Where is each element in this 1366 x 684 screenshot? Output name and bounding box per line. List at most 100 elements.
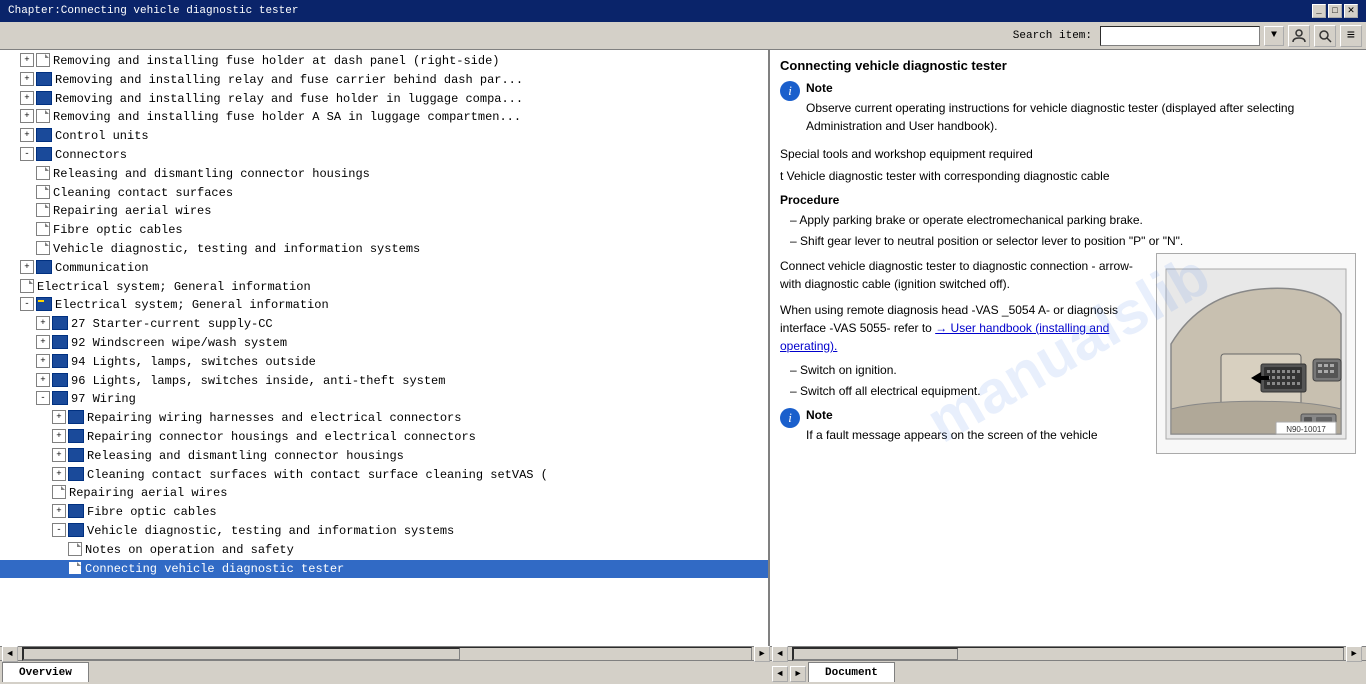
expand-icon[interactable]: + bbox=[52, 429, 66, 443]
expand-icon[interactable]: + bbox=[20, 53, 34, 67]
handbook-link[interactable]: → User handbook (installing and operatin… bbox=[780, 321, 1109, 353]
list-item[interactable]: Electrical system; General information bbox=[0, 278, 768, 297]
tree-panel: + Removing and installing fuse holder at… bbox=[0, 50, 770, 646]
list-item[interactable]: + Cleaning contact surfaces with contact… bbox=[0, 466, 768, 485]
expand-icon[interactable]: + bbox=[20, 109, 34, 123]
search-dropdown-btn[interactable]: ▼ bbox=[1264, 26, 1284, 46]
book-icon bbox=[52, 354, 68, 368]
step-1: – Apply parking brake or operate electro… bbox=[790, 211, 1356, 229]
expand-icon[interactable]: - bbox=[20, 297, 34, 311]
tool-item-text: t Vehicle diagnostic tester with corresp… bbox=[780, 167, 1356, 185]
horizontal-scrollbar-area: ◄ ► ◄ ► bbox=[0, 646, 1366, 660]
list-item[interactable]: + 94 Lights, lamps, switches outside bbox=[0, 353, 768, 372]
expand-icon[interactable]: - bbox=[36, 391, 50, 405]
list-item[interactable]: Releasing and dismantling connector hous… bbox=[0, 165, 768, 184]
list-item[interactable]: Fibre optic cables bbox=[0, 221, 768, 240]
list-item[interactable]: Notes on operation and safety bbox=[0, 541, 768, 560]
list-item[interactable]: + Repairing wiring harnesses and electri… bbox=[0, 409, 768, 428]
expand-icon[interactable]: + bbox=[20, 260, 34, 274]
list-item[interactable]: + Removing and installing fuse holder at… bbox=[0, 52, 768, 71]
book-icon bbox=[52, 316, 68, 330]
note-text-1: Observe current operating instructions f… bbox=[806, 99, 1356, 135]
connector-diagram-svg: N90-10017 bbox=[1161, 264, 1351, 444]
expand-icon[interactable]: + bbox=[20, 72, 34, 86]
list-item[interactable]: + 96 Lights, lamps, switches inside, ant… bbox=[0, 372, 768, 391]
list-item[interactable]: - Vehicle diagnostic, testing and inform… bbox=[0, 522, 768, 541]
expand-icon[interactable]: + bbox=[52, 410, 66, 424]
expand-icon[interactable]: + bbox=[36, 373, 50, 387]
toolbar: Search item: ▼ ≡ bbox=[0, 22, 1366, 50]
list-item[interactable]: + Communication bbox=[0, 259, 768, 278]
expand-icon[interactable]: + bbox=[20, 91, 34, 105]
left-scrollbar[interactable] bbox=[22, 647, 752, 661]
info-icon-2: i bbox=[780, 408, 800, 428]
svg-text:N90-10017: N90-10017 bbox=[1286, 425, 1326, 434]
search-find-btn[interactable] bbox=[1314, 25, 1336, 47]
document-icon bbox=[36, 185, 50, 199]
book-icon bbox=[68, 448, 84, 462]
note-box-1: i Note Observe current operating instruc… bbox=[780, 81, 1356, 139]
list-item[interactable]: Repairing aerial wires bbox=[0, 202, 768, 221]
list-item-active[interactable]: Connecting vehicle diagnostic tester bbox=[0, 560, 768, 579]
book-icon bbox=[68, 410, 84, 424]
expand-icon[interactable]: + bbox=[36, 335, 50, 349]
step-2: – Shift gear lever to neutral position o… bbox=[790, 232, 1356, 250]
expand-icon[interactable]: - bbox=[20, 147, 34, 161]
book-icon bbox=[68, 504, 84, 518]
minimize-btn[interactable]: _ bbox=[1312, 4, 1326, 18]
title-bar: Chapter:Connecting vehicle diagnostic te… bbox=[0, 0, 1366, 22]
list-item[interactable]: + Removing and installing fuse holder A … bbox=[0, 108, 768, 127]
book-icon bbox=[52, 373, 68, 387]
list-item[interactable]: + Releasing and dismantling connector ho… bbox=[0, 447, 768, 466]
search-user-btn[interactable] bbox=[1288, 25, 1310, 47]
document-title: Connecting vehicle diagnostic tester bbox=[780, 58, 1356, 73]
expand-icon[interactable]: + bbox=[52, 504, 66, 518]
list-item[interactable]: + 27 Starter-current supply-CC bbox=[0, 315, 768, 334]
list-item[interactable]: + 92 Windscreen wipe/wash system bbox=[0, 334, 768, 353]
list-item[interactable]: - 97 Wiring bbox=[0, 390, 768, 409]
list-item[interactable]: + Control units bbox=[0, 127, 768, 146]
list-item[interactable]: Cleaning contact surfaces bbox=[0, 184, 768, 203]
book-icon bbox=[68, 523, 84, 537]
tab-document[interactable]: Document bbox=[808, 662, 895, 682]
list-item[interactable]: + Fibre optic cables bbox=[0, 503, 768, 522]
search-input[interactable] bbox=[1100, 26, 1260, 46]
list-item[interactable]: Vehicle diagnostic, testing and informat… bbox=[0, 240, 768, 259]
list-item[interactable]: - Electrical system; General information bbox=[0, 296, 768, 315]
expand-icon[interactable]: + bbox=[36, 316, 50, 330]
book-icon bbox=[36, 91, 52, 105]
expand-icon[interactable]: - bbox=[52, 523, 66, 537]
book-icon bbox=[36, 147, 52, 161]
doc-nav-prev[interactable]: ◄ bbox=[772, 666, 788, 682]
main-content: + Removing and installing fuse holder at… bbox=[0, 50, 1366, 646]
list-item[interactable]: - Connectors bbox=[0, 146, 768, 165]
bullet-dash: – bbox=[790, 363, 800, 377]
document-icon bbox=[36, 203, 50, 217]
maximize-btn[interactable]: □ bbox=[1328, 4, 1342, 18]
close-btn[interactable]: ✕ bbox=[1344, 4, 1358, 18]
document-icon bbox=[20, 279, 34, 293]
document-icon bbox=[68, 561, 82, 575]
list-item[interactable]: + Removing and installing relay and fuse… bbox=[0, 71, 768, 90]
expand-icon[interactable]: + bbox=[52, 448, 66, 462]
right-scrollbar[interactable] bbox=[792, 647, 1344, 661]
expand-icon[interactable]: + bbox=[36, 354, 50, 368]
expand-icon[interactable]: + bbox=[20, 128, 34, 142]
connect-text: Connect vehicle diagnostic tester to dia… bbox=[780, 257, 1146, 293]
document-icon bbox=[36, 166, 50, 180]
list-item[interactable]: + Repairing connector housings and elect… bbox=[0, 428, 768, 447]
bullet-dash: – bbox=[790, 234, 800, 248]
expand-icon[interactable]: + bbox=[52, 467, 66, 481]
special-tools-text: Special tools and workshop equipment req… bbox=[780, 145, 1356, 163]
diagram-box: N90-10017 bbox=[1156, 253, 1356, 454]
book-icon bbox=[52, 335, 68, 349]
book-icon bbox=[68, 429, 84, 443]
tree-view[interactable]: + Removing and installing fuse holder at… bbox=[0, 50, 768, 646]
list-item[interactable]: + Removing and installing relay and fuse… bbox=[0, 90, 768, 109]
book-icon bbox=[36, 72, 52, 86]
bottom-tab-bar: Overview ◄ ► Document bbox=[0, 660, 1366, 684]
list-item[interactable]: Repairing aerial wires bbox=[0, 484, 768, 503]
tab-overview[interactable]: Overview bbox=[2, 662, 89, 682]
doc-nav-next[interactable]: ► bbox=[790, 666, 806, 682]
menu-btn[interactable]: ≡ bbox=[1340, 25, 1362, 47]
